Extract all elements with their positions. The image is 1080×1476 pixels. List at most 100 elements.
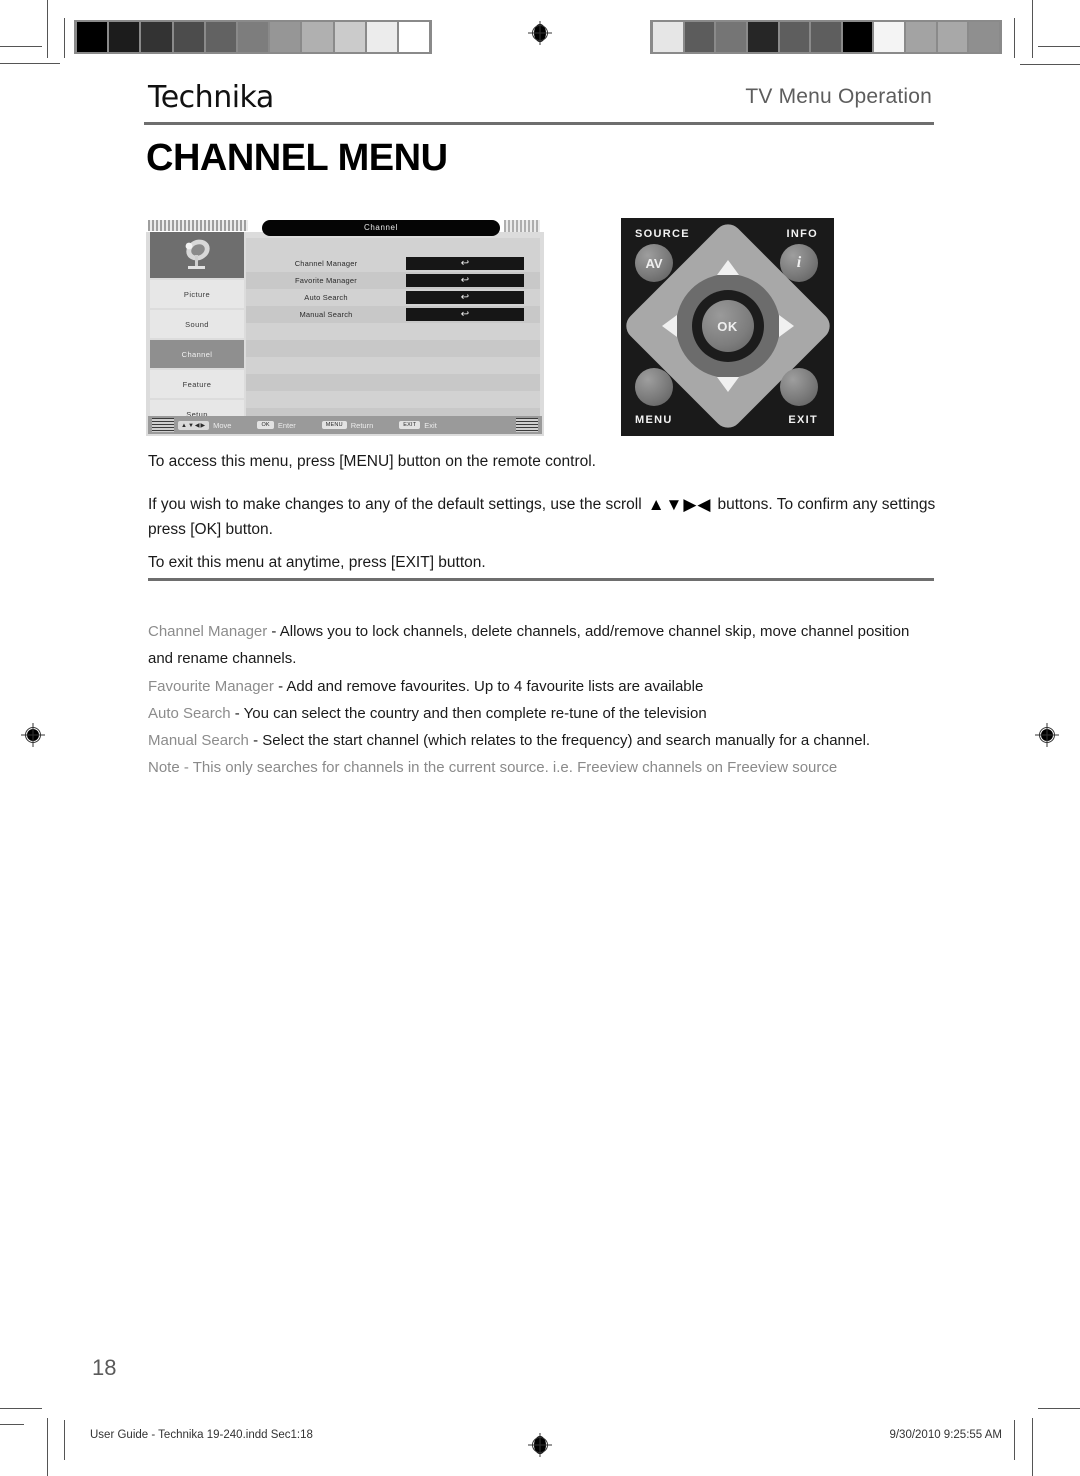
scroll-arrows-icon: ▲▼▶◀ bbox=[647, 495, 712, 514]
osd-sidebar-label: Picture bbox=[183, 289, 211, 299]
crop-mark-bottom-left-h2 bbox=[0, 1424, 24, 1425]
crop-mark-bottom-left-v bbox=[47, 1418, 48, 1476]
remote-exit-label: EXIT bbox=[788, 414, 818, 426]
osd-menu-list: Channel Manager ↩ Favorite Manager ↩ Aut… bbox=[246, 238, 540, 425]
osd-sidebar-label: Channel bbox=[181, 349, 213, 359]
page-title: CHANNEL MENU bbox=[146, 137, 448, 179]
intro-paragraph-3: To exit this menu at anytime, press [EXI… bbox=[148, 554, 486, 571]
calibration-right-swatch bbox=[779, 22, 810, 52]
osd-spacer-row bbox=[246, 323, 540, 340]
osd-row-manual-search[interactable]: Manual Search ↩ bbox=[246, 306, 540, 323]
remote-info-label: INFO bbox=[786, 228, 818, 240]
osd-hint-exit: EXIT Exit bbox=[399, 421, 437, 430]
osd-sidebar-label: Feature bbox=[182, 379, 212, 389]
arrow-up-icon[interactable] bbox=[716, 260, 739, 275]
crop-mark-bottom-left-v2 bbox=[64, 1420, 65, 1460]
description-text: Add and remove favourites. Up to 4 favou… bbox=[286, 677, 704, 695]
arrow-down-icon[interactable] bbox=[716, 377, 739, 392]
osd-hint-right-icon bbox=[516, 418, 538, 432]
osd-hatch-right-icon bbox=[504, 220, 540, 232]
enter-arrow-icon: ↩ bbox=[460, 274, 470, 286]
osd-hint-key-exit-icon: EXIT bbox=[399, 421, 421, 429]
footer-timestamp: 9/30/2010 9:25:55 AM bbox=[889, 1429, 1002, 1441]
calibration-right-swatch bbox=[874, 22, 905, 52]
osd-hint-key-menu-icon: MENU bbox=[321, 421, 347, 429]
calibration-right-swatch bbox=[653, 22, 683, 52]
crop-mark-bottom-right-v2 bbox=[1014, 1420, 1015, 1460]
osd-hint-move: ▲▼◀▶ Move bbox=[178, 420, 232, 430]
enter-arrow-icon: ↩ bbox=[460, 308, 470, 320]
header-divider bbox=[144, 122, 934, 125]
crop-mark-bottom-right-h1 bbox=[1038, 1408, 1080, 1409]
osd-row-favorite-manager[interactable]: Favorite Manager ↩ bbox=[246, 272, 540, 289]
osd-row-auto-search[interactable]: Auto Search ↩ bbox=[246, 289, 540, 306]
intro-paragraph-2-pre: If you wish to make changes to any of th… bbox=[148, 496, 642, 513]
osd-sidebar-item-feature[interactable]: Feature bbox=[150, 370, 244, 398]
crop-mark-top-left-v bbox=[47, 0, 48, 58]
osd-enter-button[interactable]: ↩ bbox=[406, 257, 524, 270]
description-term: Auto Search bbox=[148, 704, 231, 722]
osd-enter-button[interactable]: ↩ bbox=[406, 274, 524, 287]
registration-target-bottom bbox=[527, 1432, 553, 1458]
osd-hint-bar: ▲▼◀▶ Move OK Enter MENU Return EXIT Exit bbox=[148, 416, 542, 434]
calibration-left-swatch bbox=[270, 22, 301, 52]
osd-sidebar-item-sound[interactable]: Sound bbox=[150, 310, 244, 338]
crop-mark-top-left-v2 bbox=[64, 18, 65, 58]
osd-row-label: Manual Search bbox=[299, 310, 353, 319]
osd-hint-key-ok-icon: OK bbox=[257, 421, 274, 429]
page-canvas: Technika TV Menu Operation CHANNEL MENU … bbox=[0, 0, 1080, 1476]
arrow-left-icon[interactable] bbox=[661, 315, 677, 337]
calibration-left-swatch bbox=[334, 22, 365, 52]
remote-menu-button[interactable] bbox=[635, 368, 673, 406]
enter-arrow-icon: ↩ bbox=[460, 291, 470, 303]
osd-sidebar-item-picture[interactable]: Picture bbox=[150, 280, 244, 308]
calibration-right-swatch bbox=[684, 22, 715, 52]
arrow-right-icon[interactable] bbox=[778, 315, 794, 337]
description-dash: - bbox=[248, 732, 263, 750]
osd-enter-button[interactable]: ↩ bbox=[406, 308, 524, 321]
osd-title: Channel bbox=[262, 220, 500, 236]
remote-exit-button[interactable] bbox=[780, 368, 818, 406]
page-number: 18 bbox=[92, 1355, 117, 1380]
remote-ok-button[interactable]: OK bbox=[701, 300, 754, 352]
osd-spacer-row bbox=[246, 374, 540, 391]
description-item: Favourite Manager - Add and remove favou… bbox=[148, 673, 938, 700]
osd-spacer-row bbox=[246, 238, 540, 255]
osd-row-label: Channel Manager bbox=[294, 259, 358, 268]
osd-row-label: Auto Search bbox=[304, 293, 348, 302]
description-item: Auto Search - You can select the country… bbox=[148, 700, 938, 727]
enter-arrow-icon: ↩ bbox=[460, 257, 470, 269]
calibration-left-swatch bbox=[302, 22, 333, 52]
calibration-bar-left bbox=[74, 20, 432, 54]
osd-sidebar-item-channel[interactable]: Channel bbox=[150, 340, 244, 368]
calibration-right-swatch bbox=[969, 22, 1000, 52]
content-divider bbox=[148, 578, 934, 581]
remote-menu-label: MENU bbox=[635, 414, 673, 426]
osd-hint-action: Exit bbox=[424, 420, 437, 430]
osd-row-label: Favorite Manager bbox=[295, 276, 357, 285]
description-dash: - bbox=[273, 677, 287, 695]
description-item: Channel Manager - Allows you to lock cha… bbox=[148, 618, 938, 673]
calibration-left-swatch bbox=[205, 22, 236, 52]
crop-mark-top-right-v2 bbox=[1014, 18, 1015, 58]
calibration-left-swatch bbox=[366, 22, 397, 52]
osd-enter-button[interactable]: ↩ bbox=[406, 291, 524, 304]
registration-target-right bbox=[1034, 722, 1060, 748]
osd-hint-left-icon bbox=[152, 418, 174, 432]
calibration-bar-right bbox=[650, 20, 1002, 54]
tv-osd-screenshot: Channel Picture Sound Channel Feature Se… bbox=[146, 218, 544, 436]
osd-sidebar: Picture Sound Channel Feature Setup bbox=[150, 232, 244, 428]
calibration-right-swatch bbox=[906, 22, 936, 52]
section-title: TV Menu Operation bbox=[745, 85, 932, 108]
remote-control-photo: SOURCE INFO AV i OK MENU EXIT bbox=[621, 218, 834, 436]
calibration-left-swatch bbox=[173, 22, 204, 52]
osd-hint-action: Move bbox=[213, 420, 232, 430]
calibration-right-swatch bbox=[842, 22, 873, 52]
osd-hint-action: Enter bbox=[277, 420, 296, 430]
calibration-left-swatch bbox=[237, 22, 269, 52]
osd-hint-enter: OK Enter bbox=[257, 420, 296, 430]
description-dash: - bbox=[230, 704, 244, 722]
osd-satellite-dish-icon bbox=[150, 232, 244, 278]
calibration-right-swatch bbox=[811, 22, 841, 52]
osd-row-channel-manager[interactable]: Channel Manager ↩ bbox=[246, 255, 540, 272]
